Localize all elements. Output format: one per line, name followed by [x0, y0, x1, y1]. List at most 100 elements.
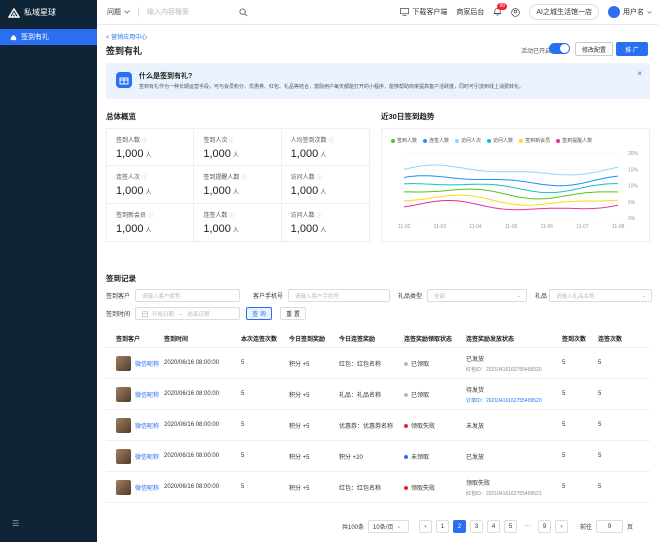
stat-label: 签到人次 ⓘ: [203, 138, 235, 144]
page-button[interactable]: 3: [470, 520, 484, 533]
status-dot: [404, 361, 408, 366]
column-header: 今日连签奖励: [339, 337, 376, 343]
download-client-link[interactable]: 下载客户端: [400, 7, 447, 17]
reward-cell: 积分 +5: [289, 485, 310, 492]
stat-value: 1,000 人: [290, 185, 327, 198]
stat-label: 人均签到次数 ⓘ: [290, 138, 334, 144]
prev-page-button[interactable]: ‹: [419, 520, 433, 533]
time-cell: 2020/06/16 08:00:00: [164, 391, 220, 397]
reset-button[interactable]: 重 置: [280, 307, 306, 320]
search-input[interactable]: 输入内容搜索: [147, 7, 229, 17]
claim-status-cell: 领取失败: [404, 483, 466, 492]
store-selector[interactable]: AI之城生活馆一店: [529, 4, 599, 20]
customer-nickname[interactable]: 微信昵称: [135, 359, 159, 368]
top-bar: 问题 输入内容搜索 下载客户端 商家后台 99 AI之城生活馆一店 用户名: [97, 0, 658, 25]
page-button[interactable]: 5: [504, 520, 518, 533]
time-cell: 2020/06/16 08:00:00: [164, 453, 220, 459]
edit-config-button[interactable]: 修改配置: [575, 42, 613, 56]
streak-reward-cell: 红包：红包名称: [339, 485, 382, 492]
breadcrumb[interactable]: < 营销应用中心: [106, 32, 147, 41]
next-page-button[interactable]: ›: [555, 520, 569, 533]
user-menu[interactable]: 用户名: [608, 6, 652, 18]
status-dot: [404, 423, 408, 428]
x-tick-label: 11-02: [398, 224, 411, 230]
phone-input[interactable]: 请输入客户手机号: [288, 289, 390, 302]
collapse-menu-icon[interactable]: ☰: [12, 519, 19, 528]
info-icon[interactable]: ⓘ: [241, 175, 246, 181]
start-date-placeholder: 开始日期: [152, 311, 175, 318]
customer-cell: 微信昵称: [106, 355, 164, 371]
time-label: 签到时间: [106, 312, 131, 318]
streak-count-cell: 5: [598, 484, 602, 490]
customer-placeholder: 请输入客户昵称: [142, 293, 181, 300]
page-ellipsis[interactable]: ···: [521, 520, 534, 533]
customer-nickname[interactable]: 微信昵称: [135, 421, 159, 430]
user-circle-icon[interactable]: [511, 7, 521, 17]
stat-value: 1,000 人: [116, 222, 152, 235]
streak-cell: 5: [241, 453, 245, 459]
column-header: 签到客户: [116, 337, 141, 343]
pagination: 共100条 10条/页 ⌄ ‹ 1 2 3 4 5 ··· 9 › 前往 9 页: [342, 520, 633, 533]
table-row: 微信昵称 2020/06/16 08:00:00 5 积分 +5 红包：红包名称…: [106, 472, 650, 503]
goto-suffix: 页: [627, 525, 634, 531]
stat-card: 连签人数 ⓘ 1,000 人: [194, 203, 282, 241]
question-dropdown[interactable]: 问题: [107, 7, 130, 17]
info-banner: 什么是签到有礼? 签到有礼作为一种长期运营手段，可与会员积分、优惠券、红包、礼品…: [106, 63, 650, 99]
sidebar: 私域星球 签到有礼 - ☰: [0, 0, 97, 542]
stat-label: 连签人数 ⓘ: [203, 212, 235, 219]
x-tick-label: 11-07: [576, 224, 589, 230]
activity-toggle[interactable]: [549, 43, 570, 54]
close-icon[interactable]: ×: [637, 69, 642, 78]
x-tick-label: 11-04: [469, 224, 482, 230]
notification-bell[interactable]: 99: [493, 2, 507, 18]
customer-input[interactable]: 请输入客户昵称: [135, 289, 240, 302]
dispatch-id[interactable]: 订单ID：20210416162755499520: [466, 397, 562, 404]
info-icon[interactable]: ⓘ: [329, 138, 334, 144]
table-body: 微信昵称 2020/06/16 08:00:00 5 积分 +5 红包：红包名称…: [106, 348, 650, 503]
sidebar-item-checkin[interactable]: 签到有礼: [0, 29, 97, 45]
phone-label: 客户手机号: [253, 294, 284, 300]
info-icon[interactable]: ⓘ: [229, 138, 234, 144]
page-button[interactable]: 2: [453, 520, 467, 533]
stat-card: 签到新会员 ⓘ 1,000 人: [107, 203, 195, 241]
customer-nickname[interactable]: 微信昵称: [135, 483, 159, 492]
streak-reward-cell: 礼品：礼品名称: [339, 392, 382, 399]
info-icon[interactable]: ⓘ: [229, 213, 234, 219]
date-range-picker[interactable]: 开始日期 → 结束日期: [135, 307, 240, 320]
chevron-down-icon: [124, 10, 130, 14]
avatar: [116, 417, 131, 433]
dispatch-status-cell: 未发放: [466, 423, 485, 430]
table-row: 微信昵称 2020/06/16 08:00:00 5 积分 +5 积分 +20 …: [106, 441, 650, 472]
gift-type-select[interactable]: 全部 ⌄: [427, 289, 527, 302]
query-button[interactable]: 查 询: [246, 307, 272, 320]
app-name: 私域星球: [24, 8, 56, 17]
sidebar-scroll-handle[interactable]: -: [82, 236, 84, 242]
page-title: 签到有礼: [106, 46, 143, 56]
table-header: 签到客户 签到时间 本次连签次数 今日签到奖励 今日连签奖励 连签奖励领取状态 连签奖励发放…: [106, 330, 650, 348]
info-icon[interactable]: ⓘ: [142, 175, 147, 181]
stat-label: 访问人数 ⓘ: [290, 175, 322, 182]
stat-card: 访问人数 ⓘ 1,000 人: [282, 204, 369, 241]
merchant-backend-link[interactable]: 商家后台: [456, 7, 484, 17]
stat-label: 访问人数 ⓘ: [290, 212, 322, 219]
info-icon[interactable]: ⓘ: [142, 138, 147, 144]
customer-nickname[interactable]: 微信昵称: [135, 390, 159, 399]
goto-label: 前往: [580, 525, 593, 531]
promote-button[interactable]: 推 广: [616, 42, 648, 56]
info-icon[interactable]: ⓘ: [148, 213, 153, 219]
page-button[interactable]: 9: [538, 520, 552, 533]
search-icon[interactable]: [239, 7, 248, 17]
gift-input[interactable]: 请输入礼品名称 ⌄: [549, 289, 652, 302]
column-header: 签到时间: [164, 337, 189, 343]
page-button[interactable]: 4: [487, 520, 501, 533]
customer-nickname[interactable]: 微信昵称: [135, 452, 159, 461]
page-button[interactable]: 1: [436, 520, 450, 533]
goto-input[interactable]: 9: [596, 520, 624, 533]
y-tick-label: 10%: [628, 184, 639, 190]
column-header: 签到次数: [562, 337, 587, 343]
page-size-select[interactable]: 10条/页 ⌄: [368, 520, 410, 533]
info-icon[interactable]: ⓘ: [317, 175, 322, 181]
info-icon[interactable]: ⓘ: [317, 213, 322, 219]
dispatch-status-cell: 已发放 红包ID：20210416162755499520: [466, 354, 562, 373]
trend-title: 近30日签到趋势: [381, 112, 435, 121]
